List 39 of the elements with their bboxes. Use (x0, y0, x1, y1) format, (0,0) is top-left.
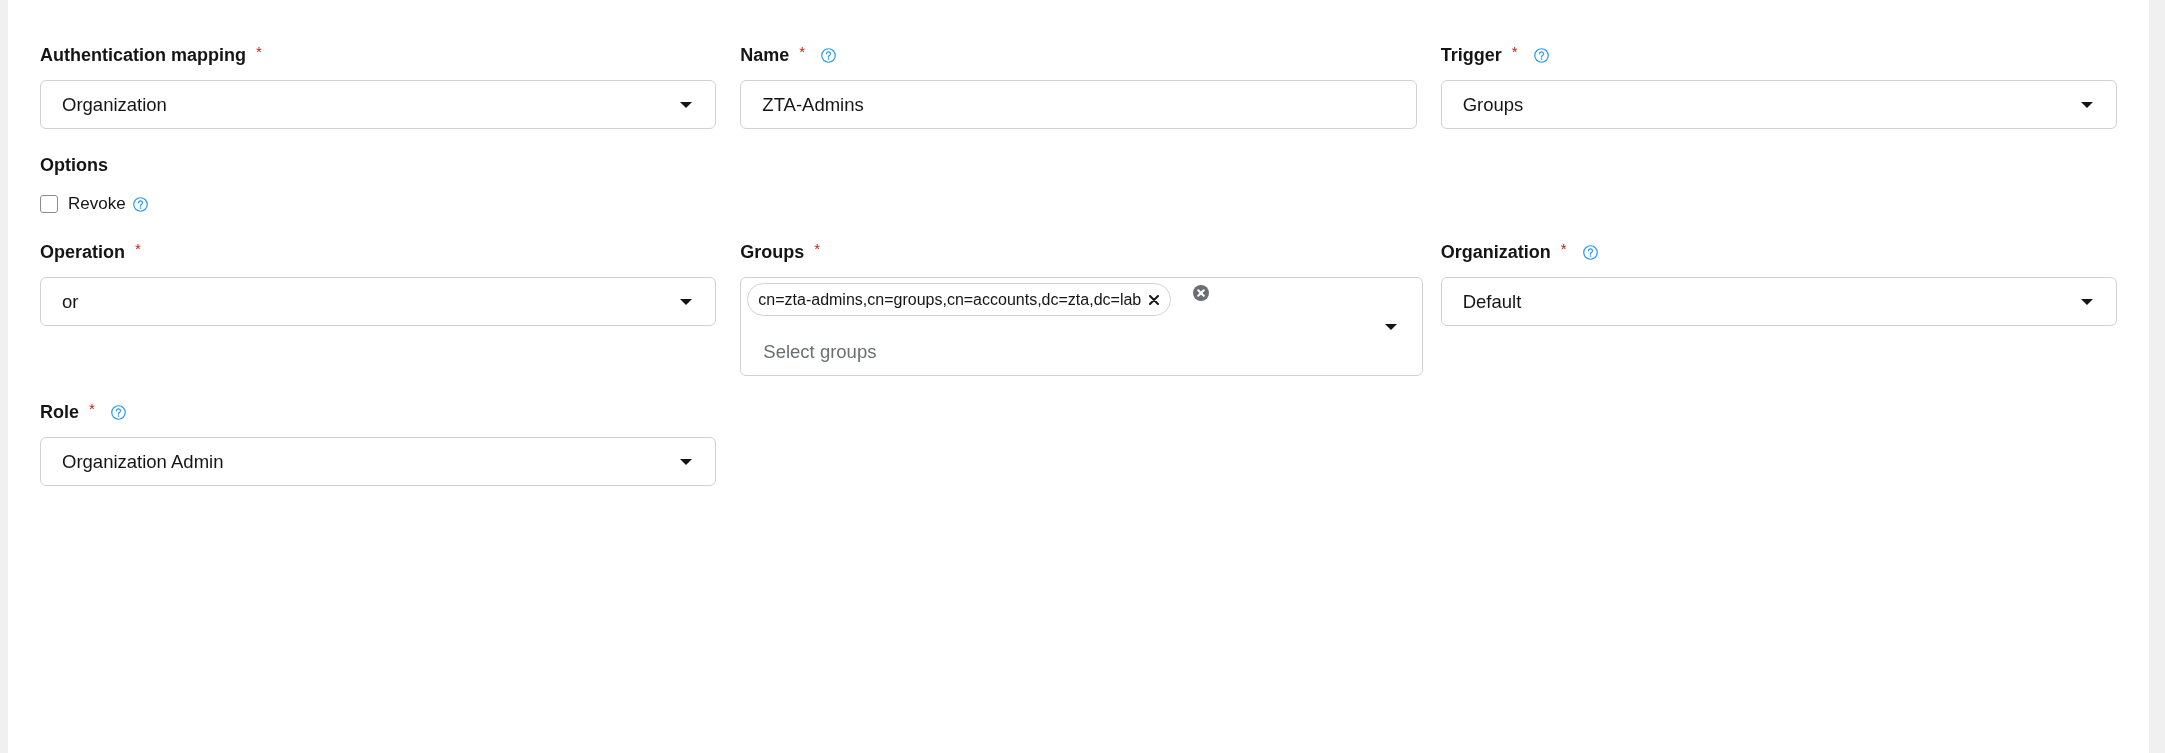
field-label: Groups (740, 241, 805, 264)
caret-icon (2081, 298, 2093, 305)
select-toggle[interactable]: Organization (40, 80, 717, 129)
caret-icon (680, 101, 693, 108)
required-mark: * (799, 44, 806, 60)
caret-icon (1384, 323, 1397, 330)
required-mark: * (89, 401, 95, 417)
groups-multiselect[interactable]: cn=zta-admins,cn=groups,cn=accounts,dc=zta,dc=lab Select groups (740, 277, 1423, 376)
caret-icon (680, 298, 693, 305)
caret-icon (2081, 101, 2093, 108)
section-label: Options (40, 154, 108, 177)
select-toggle[interactable]: Default (1440, 277, 2117, 326)
field-label: Trigger (1440, 44, 1502, 67)
help-icon[interactable] (821, 47, 837, 63)
help-icon[interactable] (1533, 47, 1549, 63)
checkbox-label: Revoke (68, 193, 126, 216)
required-mark: * (135, 241, 141, 257)
required-mark: * (256, 44, 262, 60)
field-label: Name (740, 44, 790, 67)
field-label: Authentication mapping (40, 44, 246, 67)
required-mark: * (814, 241, 821, 257)
clear-icon[interactable] (1193, 285, 1210, 301)
field-label: Role (40, 401, 79, 424)
groups-input[interactable]: Select groups (747, 340, 1385, 364)
select-toggle[interactable]: Organization Admin (40, 437, 717, 486)
required-mark: * (1560, 241, 1567, 257)
checkbox[interactable] (40, 195, 58, 213)
chip-label: cn=zta-admins,cn=groups,cn=accounts,dc=zta,dc=lab (758, 289, 1142, 310)
text-input[interactable]: ZTA-Admins (740, 80, 1417, 129)
required-mark: * (1511, 44, 1518, 60)
field-label: Operation (40, 241, 125, 264)
field-label: Organization (1440, 241, 1551, 264)
close-icon[interactable] (1149, 294, 1160, 305)
select-toggle[interactable]: or (40, 277, 717, 326)
select-toggle[interactable]: Groups (1440, 80, 2117, 129)
help-icon[interactable] (132, 196, 148, 212)
help-icon[interactable] (110, 404, 126, 420)
help-icon[interactable] (1582, 244, 1598, 260)
caret-icon (680, 458, 693, 465)
